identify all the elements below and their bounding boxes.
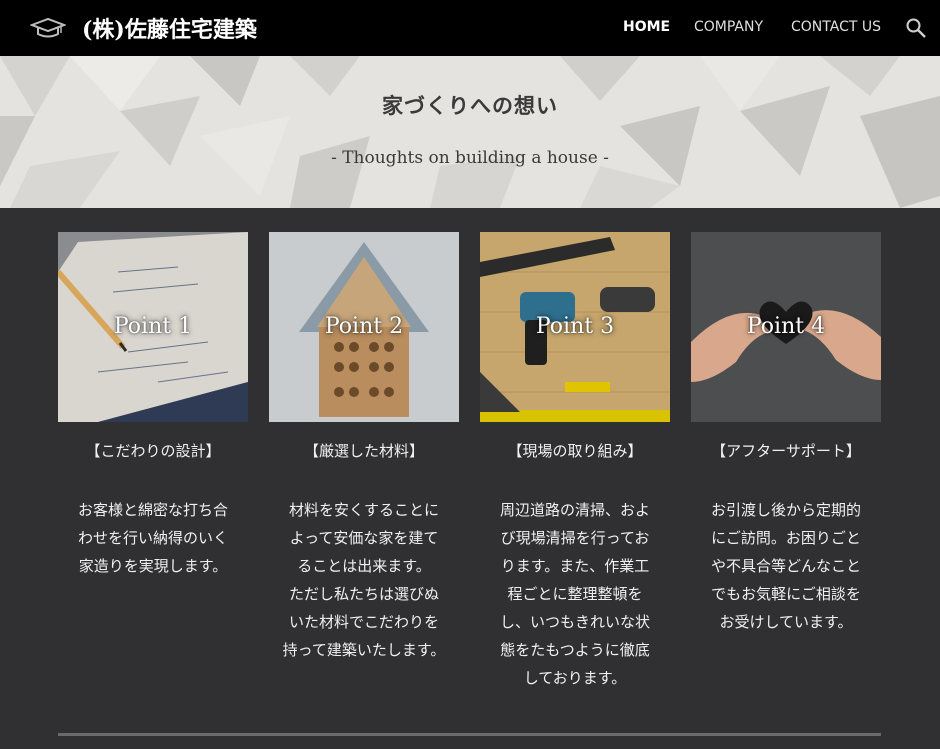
card-body: 材料を安くすることに よって安価な家を建て ることは出来ます。 ただし私たちは選… xyxy=(282,501,446,659)
point-label: Point 3 xyxy=(535,314,615,339)
feature-card-2: Point 2 【厳選した材料】 材料を安くすることに よって安価な家を建て る… xyxy=(269,232,459,664)
nav-company[interactable]: COMPANY xyxy=(694,19,763,35)
card-image-heart-hands: Point 4 xyxy=(691,232,881,422)
card-heading: 【アフターサポート】 xyxy=(711,442,861,460)
point-label: Point 2 xyxy=(324,314,404,339)
card-body: お客様と綿密な打ち合 わせを行い納得のいく 家造りを実現します。 xyxy=(77,501,228,575)
section-divider xyxy=(58,733,881,736)
search-icon[interactable] xyxy=(905,17,927,39)
geometric-tile-background xyxy=(0,56,940,208)
site-title[interactable]: (株)佐藤住宅建築 xyxy=(82,12,257,44)
point-label: Point 4 xyxy=(746,314,826,339)
card-heading: 【こだわりの設計】 xyxy=(85,442,221,460)
card-body: 周辺道路の清掃、およ び現場清掃を行ってお ります。また、作業工 程ごとに整理整… xyxy=(499,501,650,687)
nav-contact-us[interactable]: CONTACT US xyxy=(791,19,881,35)
feature-card-4: Point 4 【アフターサポート】 お引渡し後から定期的 にご訪問。お困りごと… xyxy=(691,232,881,636)
hero-subtitle: - Thoughts on building a house - xyxy=(331,148,609,168)
point-label: Point 1 xyxy=(113,314,193,339)
card-image-wooden-house: Point 2 xyxy=(269,232,459,422)
card-heading: 【厳選した材料】 xyxy=(303,442,424,460)
nav-home[interactable]: HOME xyxy=(623,19,670,35)
card-body: お引渡し後から定期的 にご訪問。お困りごと や不具合等どんなこと でもお気軽にご… xyxy=(710,501,861,631)
feature-card-3: Point 3 【現場の取り組み】 周辺道路の清掃、およ び現場清掃を行ってお … xyxy=(480,232,670,692)
card-image-design-notebook: Point 1 xyxy=(58,232,248,422)
feature-card-1: Point 1 【こだわりの設計】 お客様と綿密な打ち合 わせを行い納得のいく … xyxy=(58,232,248,580)
card-image-tools: Point 3 xyxy=(480,232,670,422)
hero-title: 家づくりへの想い xyxy=(382,93,558,118)
top-app-bar: (株)佐藤住宅建築 HOME COMPANY CONTACT US xyxy=(0,0,940,56)
graduation-cap-icon[interactable] xyxy=(30,16,66,40)
hero-banner: 家づくりへの想い - Thoughts on building a house … xyxy=(0,56,940,208)
card-heading: 【現場の取り組み】 xyxy=(507,442,643,460)
